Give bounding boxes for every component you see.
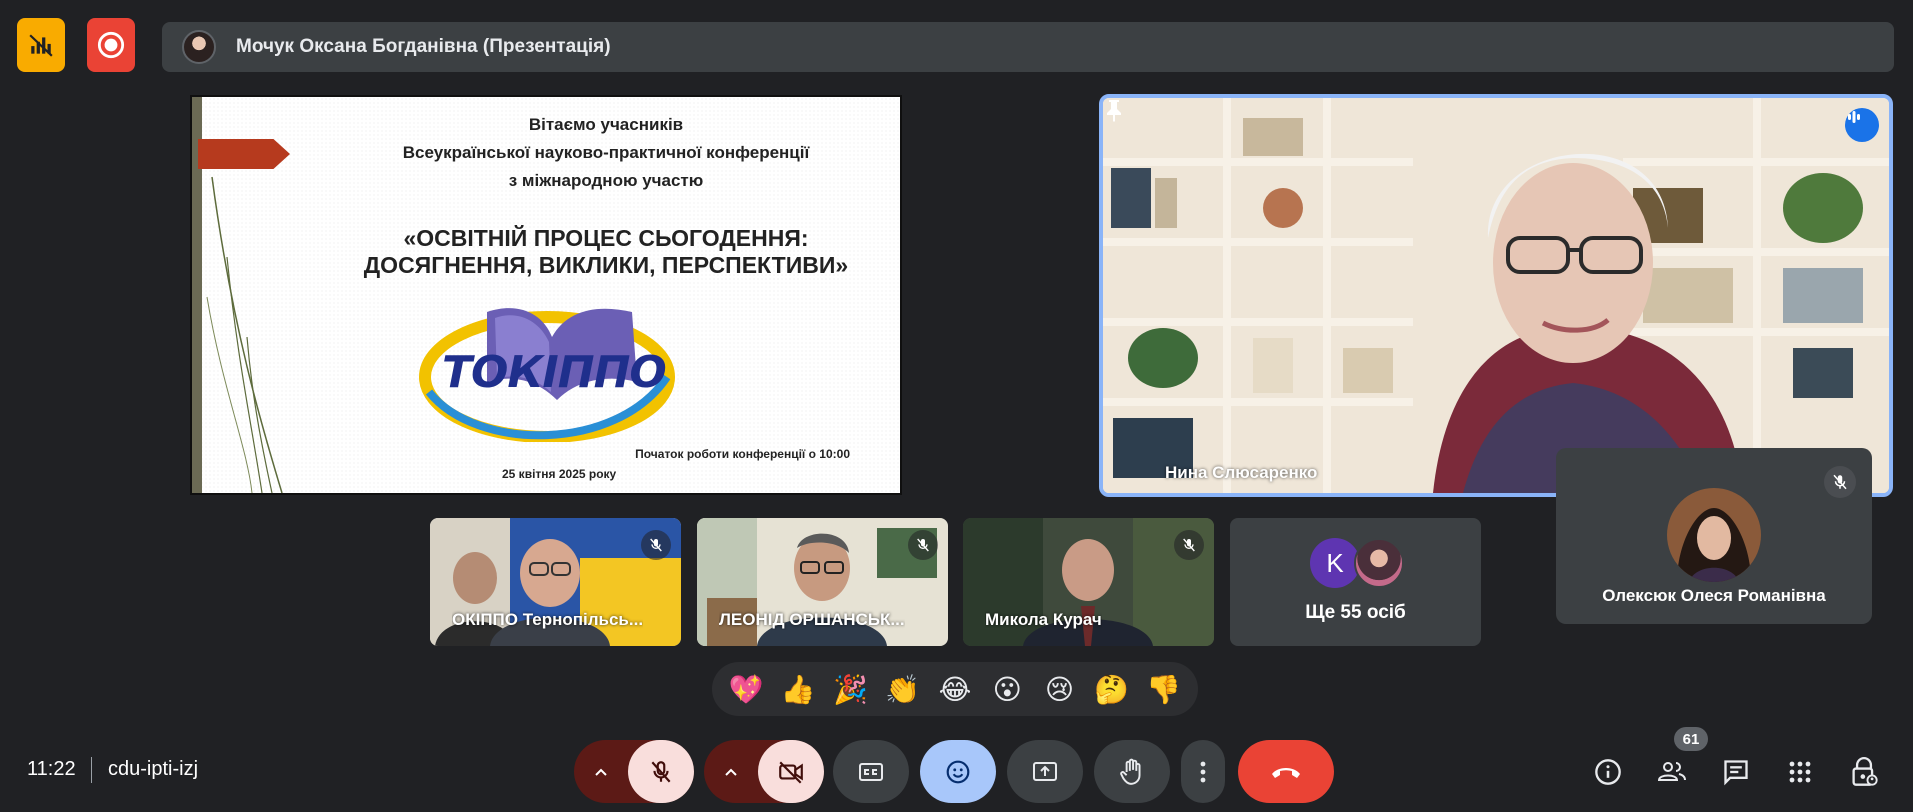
recording-button[interactable] bbox=[87, 18, 135, 72]
reaction-crying[interactable]: 😢 bbox=[1037, 673, 1081, 706]
meeting-details-button[interactable] bbox=[1588, 752, 1628, 792]
apps-grid-icon bbox=[1789, 761, 1811, 783]
logo-text: ТОКІППО bbox=[442, 347, 667, 398]
pin-icon[interactable] bbox=[1103, 98, 1125, 122]
leave-call-button[interactable] bbox=[1238, 740, 1334, 803]
more-vert-icon bbox=[1200, 761, 1206, 782]
presentation-slide: Вітаємо учасників Всеукраїнської науково… bbox=[192, 97, 900, 493]
meeting-stats-button[interactable] bbox=[17, 18, 65, 72]
self-name: Олексюк Олеся Романівна bbox=[1602, 586, 1826, 605]
participant-tile[interactable]: Микола Курач bbox=[963, 518, 1214, 646]
camera-control-group bbox=[704, 740, 824, 803]
participant-name: ЛЕОНІД ОРШАНСЬК... bbox=[719, 610, 905, 629]
speaking-indicator-icon bbox=[1845, 108, 1879, 142]
slide-heading-line3: з міжнародною участю bbox=[508, 171, 704, 190]
video-options-button[interactable] bbox=[704, 740, 758, 803]
active-speaker-tile[interactable]: Нина Слюсаренко bbox=[1099, 94, 1893, 497]
more-participants-label: Ще 55 осіб bbox=[1305, 602, 1406, 623]
meeting-clock: 11:22 bbox=[27, 758, 76, 780]
reaction-clapping[interactable]: 👏 bbox=[881, 673, 925, 706]
present-screen-icon bbox=[1033, 761, 1057, 781]
raise-hand-button[interactable] bbox=[1094, 740, 1170, 803]
participant-name: ОКІППО Тернопільсь... bbox=[452, 610, 644, 629]
meeting-code: cdu-ipti-izj bbox=[108, 758, 199, 780]
self-view-tile[interactable]: Олексюк Олеся Романівна bbox=[1556, 448, 1872, 624]
host-controls-button[interactable] bbox=[1844, 752, 1884, 792]
emoji-icon bbox=[946, 760, 970, 783]
mic-off-icon bbox=[641, 530, 671, 560]
people-button[interactable] bbox=[1652, 752, 1692, 792]
send-reaction-button[interactable] bbox=[920, 740, 996, 803]
captions-button[interactable] bbox=[833, 740, 909, 803]
speaker-name: Нина Слюсаренко bbox=[1165, 463, 1318, 482]
record-icon bbox=[97, 31, 125, 59]
mic-off-icon bbox=[1174, 530, 1204, 560]
reaction-party-popper[interactable]: 🎉 bbox=[829, 673, 873, 706]
people-count-badge: 61 bbox=[1674, 727, 1708, 751]
slide-start-time: Початок роботи конференції о 10:00 bbox=[635, 447, 850, 461]
activities-button[interactable] bbox=[1780, 752, 1820, 792]
microphone-toggle-button[interactable] bbox=[628, 740, 694, 803]
audio-options-button[interactable] bbox=[574, 740, 628, 803]
mic-off-icon bbox=[651, 760, 671, 782]
mic-off-icon bbox=[1824, 466, 1856, 498]
participant-name: Микола Курач bbox=[985, 610, 1102, 629]
microphone-control-group bbox=[574, 740, 694, 803]
more-participants-tile[interactable]: K Ще 55 осіб bbox=[1230, 518, 1481, 646]
reaction-thumbs-down[interactable]: 👎 bbox=[1142, 673, 1186, 706]
mic-off-icon bbox=[908, 530, 938, 560]
reaction-thumbs-up[interactable]: 👍 bbox=[776, 673, 820, 706]
camera-toggle-button[interactable] bbox=[758, 740, 824, 803]
self-avatar bbox=[1667, 488, 1761, 582]
presentation-bar[interactable]: Мочук Оксана Богданівна (Презентація) bbox=[162, 22, 1894, 72]
participant-tile[interactable]: ОКІППО Тернопільсь... bbox=[430, 518, 681, 646]
more-options-button[interactable] bbox=[1181, 740, 1225, 803]
slide-title-line2: ДОСЯГНЕННЯ, ВИКЛИКИ, ПЕРСПЕКТИВИ» bbox=[363, 252, 849, 278]
chevron-up-icon bbox=[595, 768, 607, 776]
people-icon bbox=[1657, 762, 1686, 781]
chat-button[interactable] bbox=[1716, 752, 1756, 792]
presenter-title: Мочук Оксана Богданівна (Презентація) bbox=[236, 36, 611, 57]
presenter-avatar bbox=[182, 30, 216, 64]
reaction-thinking[interactable]: 🤔 bbox=[1090, 673, 1134, 706]
reactions-bar: 💖 👍 🎉 👏 😂 😮 😢 🤔 👎 bbox=[712, 662, 1198, 716]
participant-photo-avatar bbox=[1354, 538, 1404, 588]
slide-heading-line2: Всеукраїнської науково-практичної конфер… bbox=[402, 143, 810, 162]
slide-heading-line1: Вітаємо учасників bbox=[528, 115, 684, 134]
stats-icon bbox=[29, 34, 53, 57]
chevron-up-icon bbox=[725, 768, 737, 776]
bottom-divider bbox=[91, 757, 92, 783]
reaction-sparkling-heart[interactable]: 💖 bbox=[724, 673, 768, 706]
camera-off-icon bbox=[779, 761, 803, 784]
reaction-laughing[interactable]: 😂 bbox=[933, 673, 977, 706]
participant-initial-avatar: K bbox=[1310, 538, 1360, 588]
presentation-tile[interactable]: Вітаємо учасників Всеукраїнської науково… bbox=[190, 95, 902, 495]
lock-person-icon bbox=[1852, 757, 1878, 786]
slide-date: 25 квітня 2025 року bbox=[502, 467, 617, 481]
slide-title-line1: «ОСВІТНІЙ ПРОЦЕС СЬОГОДЕННЯ: bbox=[403, 225, 809, 251]
raise-hand-icon bbox=[1120, 758, 1141, 785]
speaker-video-frame bbox=[1103, 98, 1889, 493]
end-call-icon bbox=[1272, 767, 1300, 778]
reaction-surprised[interactable]: 😮 bbox=[985, 673, 1029, 706]
info-icon bbox=[1595, 759, 1621, 785]
participant-tile[interactable]: ЛЕОНІД ОРШАНСЬК... bbox=[697, 518, 948, 646]
chat-icon bbox=[1724, 760, 1748, 786]
present-screen-button[interactable] bbox=[1007, 740, 1083, 803]
closed-captions-icon bbox=[859, 762, 883, 781]
